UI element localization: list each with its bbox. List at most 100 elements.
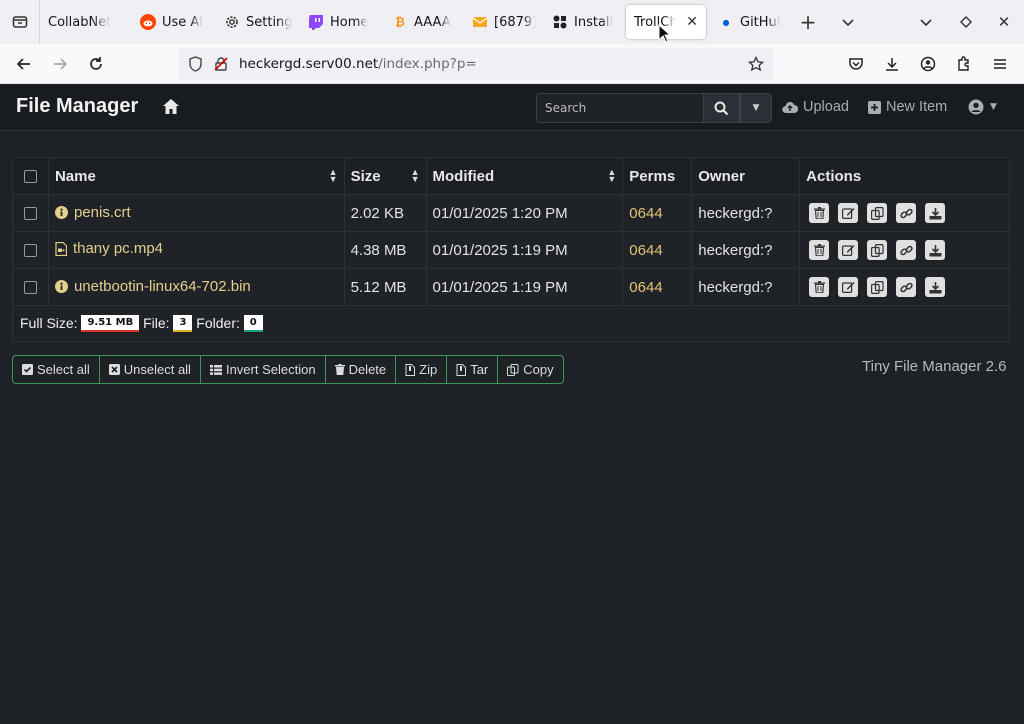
bookmark-star-icon[interactable] [748, 56, 764, 72]
new-item-link[interactable]: New Item [868, 99, 947, 115]
invert-selection-button[interactable]: Invert Selection [201, 356, 326, 383]
file-owner: heckergd:? [691, 231, 801, 269]
row-checkbox[interactable] [23, 281, 37, 295]
forward-button[interactable] [42, 48, 78, 80]
back-button[interactable] [6, 48, 42, 80]
pocket-button[interactable] [838, 48, 874, 80]
menu-button[interactable] [982, 48, 1018, 80]
file-modified: 01/01/2025 1:19 PM [425, 268, 624, 306]
trash-icon [813, 244, 825, 256]
url-text: heckergd.serv00.net/index.php?p= [239, 56, 477, 72]
rename-action-button[interactable] [838, 240, 859, 260]
browser-tab-bar: CollabNet Use AI Settings Home ₿ AAAA [6… [0, 0, 1024, 44]
upload-link[interactable]: Upload [782, 99, 849, 115]
minimize-button[interactable] [946, 5, 986, 39]
extensions-button[interactable] [946, 48, 982, 80]
browser-tab-github[interactable]: ● GitHub [710, 5, 788, 39]
downloads-button[interactable] [874, 48, 910, 80]
file-perms-link[interactable]: 0644 [629, 242, 662, 259]
table-row[interactable]: unetbootin-linux64-702.bin 5.12 MB 01/01/2… [12, 268, 1010, 306]
chevron-down-icon [842, 19, 854, 27]
browser-tab-settings[interactable]: Settings [216, 5, 300, 39]
file-perms-link[interactable]: 0644 [629, 279, 662, 296]
summary-cell: Full Size: 9.51 MB File: 3 Folder: 0 [12, 305, 1010, 342]
file-size: 5.12 MB [343, 268, 427, 306]
unselect-all-button[interactable]: Unselect all [100, 356, 201, 383]
copy-action-button[interactable] [867, 240, 888, 260]
mail-icon [472, 14, 488, 30]
diamond-icon [960, 16, 972, 28]
tab-overflow-button[interactable] [828, 5, 868, 39]
url-bar[interactable]: heckergd.serv00.net/index.php?p= [178, 48, 774, 80]
link-icon [899, 207, 913, 220]
rename-action-button[interactable] [838, 203, 859, 223]
user-menu-dropdown[interactable]: ▼ [968, 99, 997, 115]
direct-link-action-button[interactable] [896, 240, 917, 260]
copy-action-button[interactable] [867, 277, 888, 297]
zip-button[interactable]: Zip [396, 356, 448, 383]
browser-tab-mail[interactable]: [6879] [464, 5, 544, 39]
copy-action-button[interactable] [867, 203, 888, 223]
account-button[interactable] [910, 48, 946, 80]
close-tab-icon[interactable]: ✕ [686, 14, 698, 30]
reload-icon [90, 56, 102, 70]
browser-tab-install[interactable]: Install [544, 5, 622, 39]
copy-button[interactable]: Copy [498, 356, 562, 383]
select-all-button[interactable]: Select all [13, 356, 100, 383]
copy-icon [870, 243, 884, 257]
download-action-button[interactable] [925, 203, 946, 223]
caret-down-icon: ▼ [752, 103, 760, 113]
puzzle-icon [958, 56, 969, 71]
app-title[interactable]: File Manager [16, 95, 138, 118]
plus-square-icon [868, 100, 881, 114]
table-row[interactable]: penis.crt 2.02 KB 01/01/2025 1:20 PM 0644 he… [12, 194, 1010, 232]
column-header-owner: Owner [691, 157, 801, 195]
browser-tab-collabnet[interactable]: CollabNet [40, 5, 132, 39]
column-header-size[interactable]: Size ▲ ▼ [343, 157, 427, 195]
file-perms-link[interactable]: 0644 [629, 205, 662, 222]
cloud-upload-icon [782, 101, 798, 113]
direct-link-action-button[interactable] [896, 203, 917, 223]
row-checkbox[interactable] [23, 244, 37, 258]
sort-icon: ▲ ▼ [328, 167, 338, 184]
delete-action-button[interactable] [809, 203, 830, 223]
browser-tab-bitcoin[interactable]: ₿ AAAA [384, 5, 464, 39]
download-action-button[interactable] [925, 277, 946, 297]
file-name-link[interactable]: penis.crt [54, 204, 131, 221]
download-action-button[interactable] [925, 240, 946, 260]
file-table: Name ▲ ▼ Size ▲ ▼ Modified ▲ ▼ Perms Owner Act… [12, 157, 1010, 342]
delete-action-button[interactable] [809, 240, 830, 260]
file-modified: 01/01/2025 1:19 PM [425, 231, 624, 269]
column-header-name[interactable]: Name ▲ ▼ [47, 157, 345, 195]
browser-tab-twitch[interactable]: Home [300, 5, 384, 39]
file-name-cell: unetbootin-linux64-702.bin [47, 268, 345, 306]
home-icon[interactable] [162, 98, 180, 119]
delete-action-button[interactable] [809, 277, 830, 297]
close-window-button[interactable]: ✕ [984, 5, 1024, 39]
file-perms-cell: 0644 [622, 231, 693, 269]
folder-count-badge: 0 [243, 315, 263, 333]
list-all-tabs-button[interactable] [906, 5, 946, 39]
tab-list-button[interactable] [0, 0, 40, 44]
search-input[interactable] [536, 93, 704, 123]
reload-button[interactable] [78, 48, 114, 80]
search-button[interactable] [704, 93, 740, 123]
rename-action-button[interactable] [838, 277, 859, 297]
browser-nav-bar: heckergd.serv00.net/index.php?p= [0, 44, 1024, 84]
browser-tab-reddit[interactable]: Use AI [132, 5, 216, 39]
file-name-link[interactable]: thany pc.mp4 [55, 240, 163, 257]
file-archive-icon [405, 363, 416, 376]
row-checkbox[interactable] [23, 207, 37, 221]
search-options-dropdown[interactable]: ▼ [740, 93, 772, 123]
tar-button[interactable]: Tar [447, 356, 499, 383]
direct-link-action-button[interactable] [896, 277, 917, 297]
trash-icon [813, 207, 825, 219]
new-tab-button[interactable]: + [788, 5, 828, 39]
delete-button[interactable]: Delete [326, 356, 397, 383]
file-name-link[interactable]: unetbootin-linux64-702.bin [54, 278, 251, 295]
column-header-perms: Perms [622, 157, 693, 195]
column-header-modified[interactable]: Modified ▲ ▼ [425, 157, 624, 195]
select-all-checkbox[interactable] [23, 170, 37, 184]
table-row[interactable]: thany pc.mp4 4.38 MB 01/01/2025 1:19 PM 064… [12, 231, 1010, 269]
file-actions-cell [799, 268, 1010, 306]
